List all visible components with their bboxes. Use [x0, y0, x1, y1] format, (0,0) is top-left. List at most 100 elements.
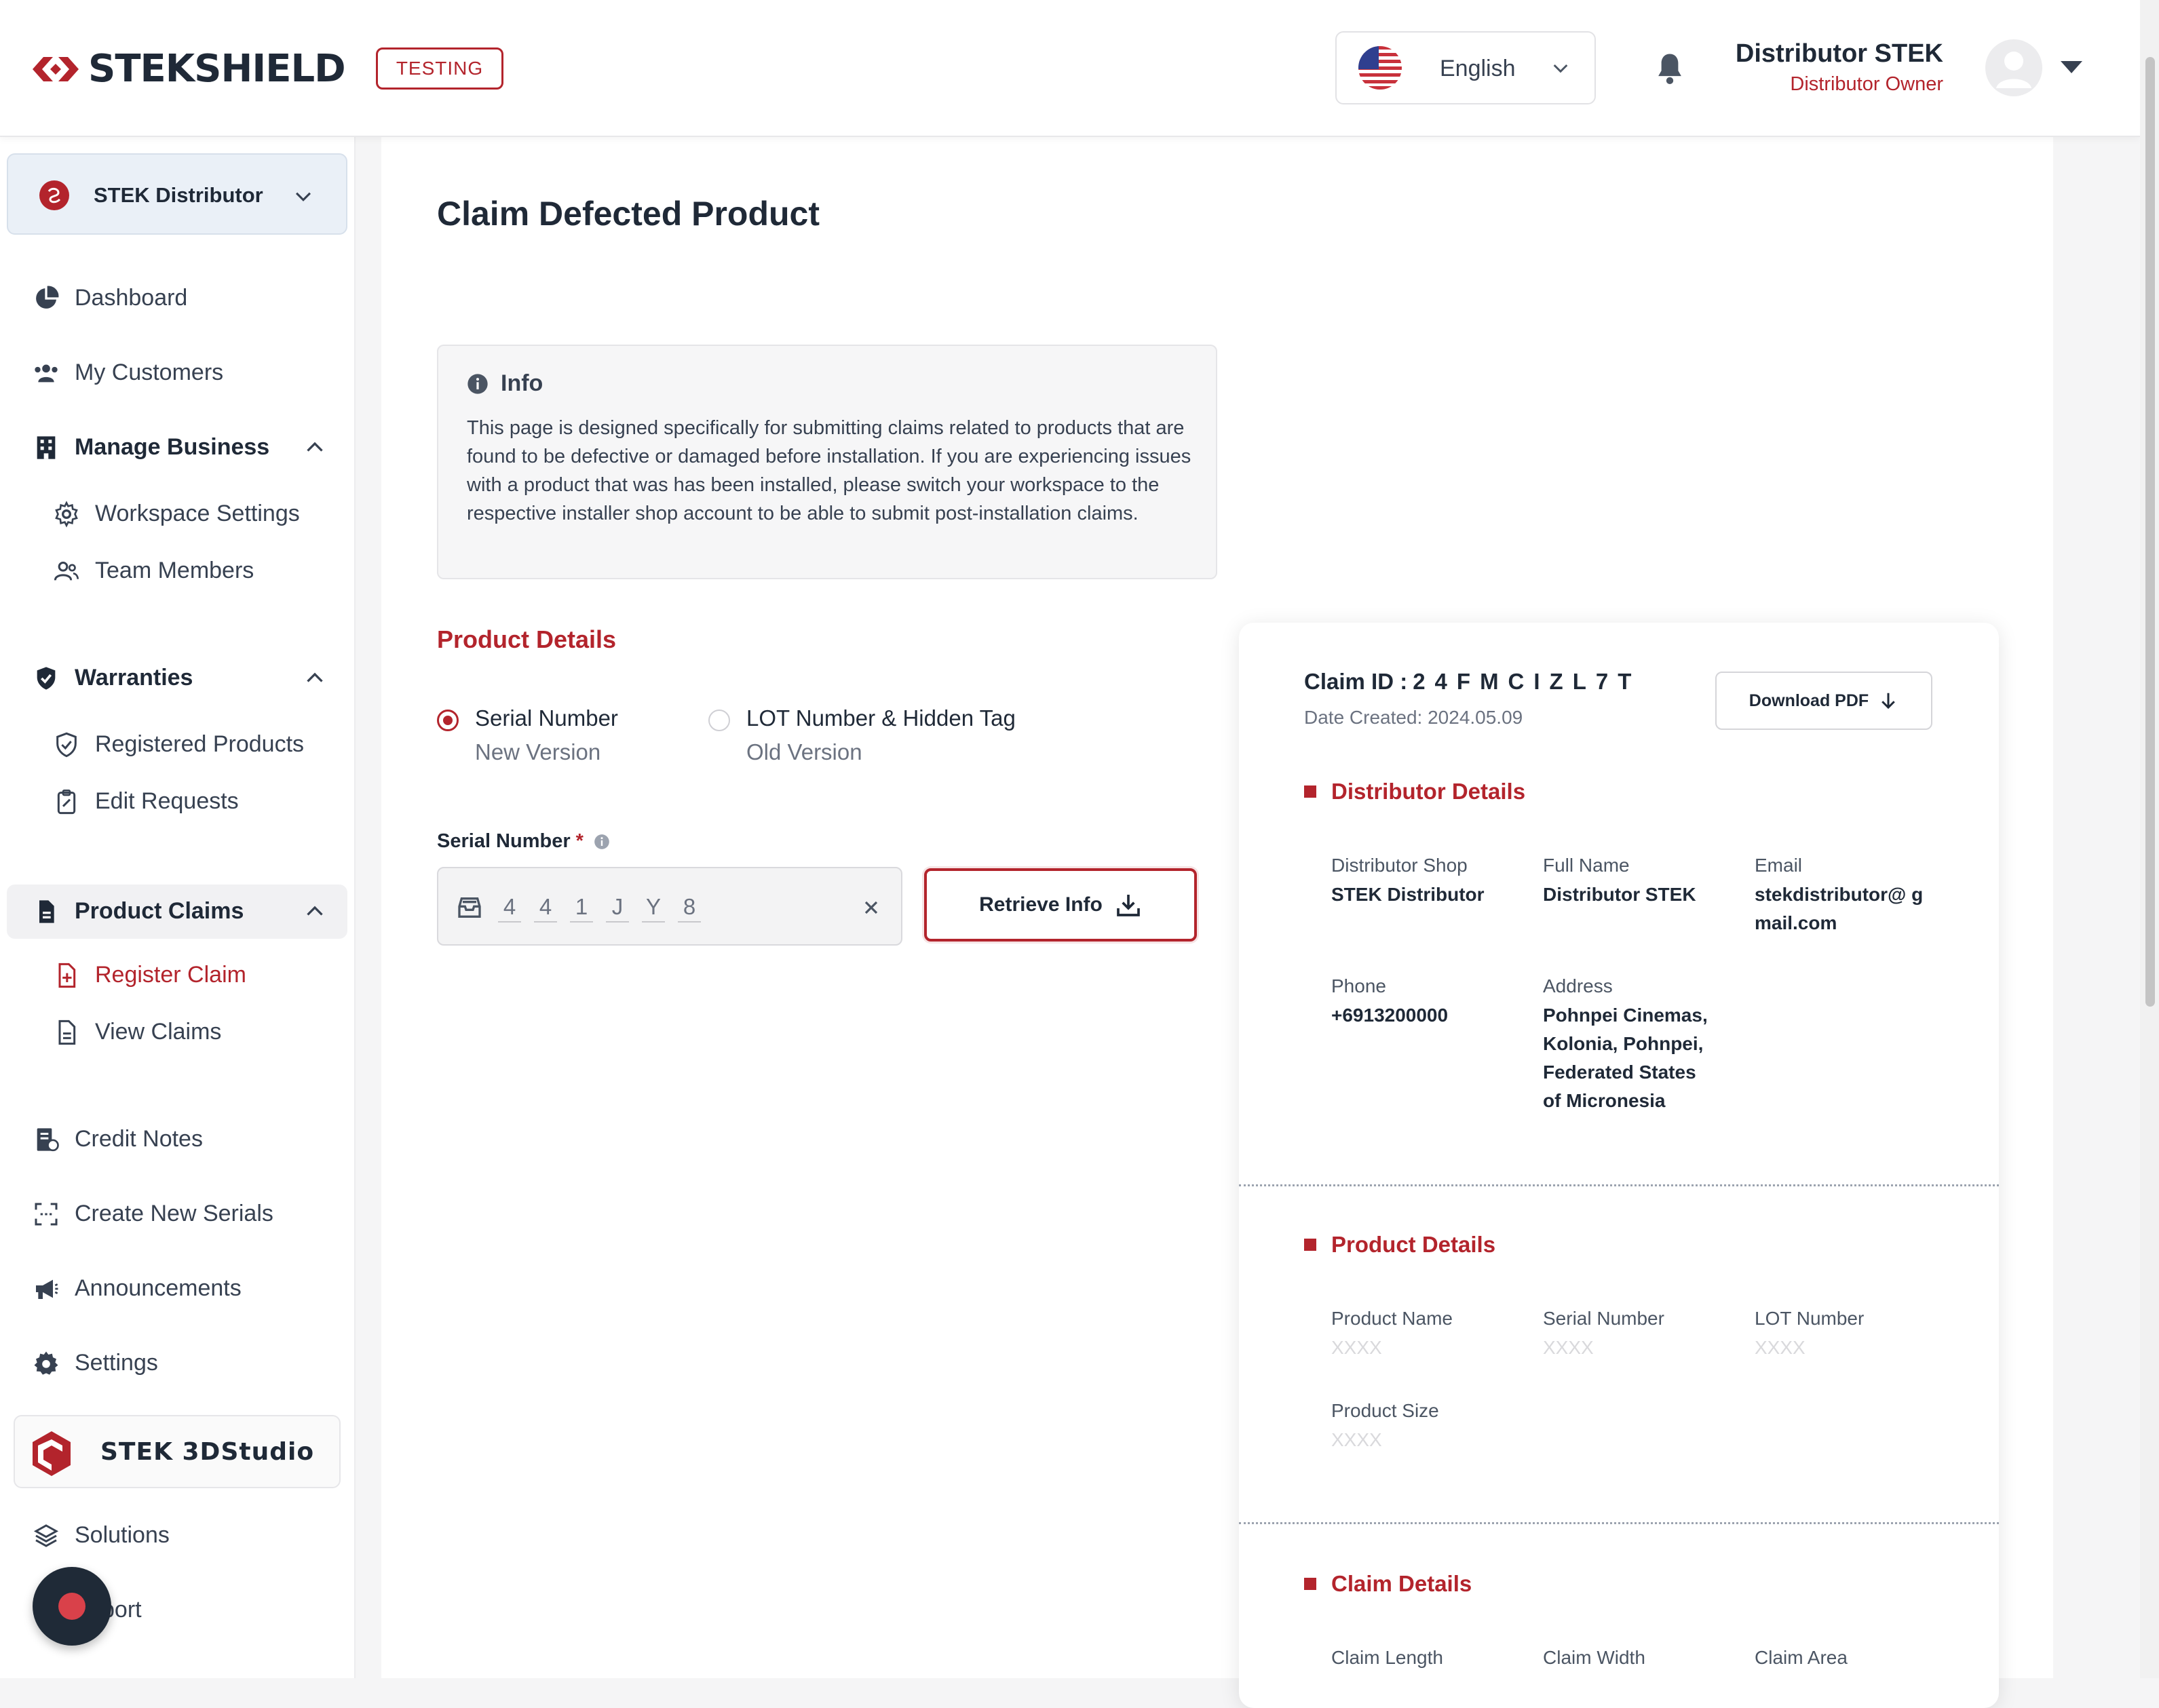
distributor-email: Email stekdistributor@ gmail.com	[1755, 855, 1932, 937]
field-label: Claim Length	[1331, 1647, 1443, 1668]
info-icon[interactable]	[593, 833, 611, 851]
language-label: English	[1440, 56, 1516, 81]
sidebar-item-announcements[interactable]: Announcements	[0, 1262, 356, 1316]
file-plus-icon	[58, 963, 76, 988]
download-pdf-button[interactable]: Download PDF	[1715, 672, 1932, 730]
field-label: Serial Number	[1543, 1308, 1664, 1329]
workspace-selector[interactable]: STEK Distributor	[7, 153, 347, 235]
product-details-title: Product Details	[437, 625, 617, 653]
scan-icon	[35, 1203, 58, 1226]
download-pdf-label: Download PDF	[1749, 691, 1869, 710]
sidebar-item-label: Manage Business	[75, 434, 270, 460]
radio-subtitle: New Version	[475, 739, 601, 764]
sidebar-item-product-claims[interactable]: Product Claims	[0, 885, 356, 939]
brand-logo[interactable]: STEKSHIELD	[30, 49, 346, 90]
distributor-phone: Phone +6913200000	[1331, 975, 1528, 1030]
sidebar-item-label: Registered Products	[95, 731, 305, 757]
section-divider	[1239, 1522, 1999, 1524]
sidebar-item-registered-products[interactable]: Registered Products	[0, 718, 356, 772]
sidebar-item-label: Workspace Settings	[95, 501, 300, 526]
claim-area: Claim Area	[1755, 1647, 1951, 1669]
sidebar-item-label: Dashboard	[75, 285, 188, 311]
retrieve-label: Retrieve Info	[979, 893, 1103, 916]
serial-number-input[interactable]: 4 4 1 J Y 8	[437, 867, 902, 946]
info-text: This page is designed specifically for s…	[467, 417, 1191, 524]
claim-id-label: Claim ID :	[1304, 669, 1408, 694]
notification-bell-icon[interactable]	[1651, 50, 1688, 88]
language-selector[interactable]: English	[1335, 31, 1596, 104]
sidebar-item-register-claim[interactable]: Register Claim	[0, 948, 356, 1003]
sidebar-item-solutions[interactable]: Solutions	[0, 1509, 356, 1563]
environment-badge: TESTING	[376, 47, 503, 90]
radio-subtitle: Old Version	[746, 739, 862, 764]
users-icon	[35, 364, 58, 383]
user-name[interactable]: Distributor STEK	[1736, 39, 1943, 69]
sidebar-item-label: Edit Requests	[95, 788, 239, 814]
megaphone-icon	[36, 1279, 58, 1299]
sidebar-item-label: Create New Serials	[75, 1201, 273, 1226]
field-value: XXXX	[1543, 1337, 1594, 1358]
radio-title: Serial Number	[475, 705, 618, 731]
section-divider	[1239, 1184, 1999, 1186]
product-details-section-title: Product Details	[1304, 1232, 1495, 1258]
building-icon	[37, 436, 56, 459]
studio-label: STEK 3DStudio	[100, 1438, 315, 1466]
radio-title: LOT Number & Hidden Tag	[746, 705, 1016, 731]
serial-char: 1	[570, 894, 593, 923]
radio-lot-number[interactable]: LOT Number & Hidden Tag Old Version	[708, 705, 1061, 773]
sidebar-item-team-members[interactable]: Team Members	[0, 544, 356, 598]
claim-length: Claim Length	[1331, 1647, 1528, 1669]
chevron-up-icon	[307, 672, 323, 682]
field-value: STEK Distributor	[1331, 884, 1485, 905]
sidebar-item-settings[interactable]: Settings	[0, 1336, 356, 1391]
scrollbar-thumb[interactable]	[2145, 57, 2155, 1007]
section-title: Claim Details	[1331, 1571, 1472, 1596]
serial-label-text: Serial Number	[437, 830, 571, 852]
stek-3dstudio-link[interactable]: STEK 3DStudio	[14, 1415, 341, 1488]
sidebar-item-edit-requests[interactable]: Edit Requests	[0, 775, 356, 829]
sidebar-item-workspace-settings[interactable]: Workspace Settings	[0, 487, 356, 541]
sidebar-item-view-claims[interactable]: View Claims	[0, 1005, 356, 1060]
radio-serial-number[interactable]: Serial Number New Version	[437, 705, 668, 773]
sidebar-item-warranties[interactable]: Warranties	[0, 651, 356, 705]
serial-char: 4	[498, 894, 521, 923]
retrieve-info-button[interactable]: Retrieve Info	[924, 868, 1197, 942]
claim-date: Date Created: 2024.05.09	[1304, 707, 1523, 728]
receipt-icon	[37, 1128, 59, 1152]
sidebar-item-label: My Customers	[75, 360, 224, 385]
sidebar-item-create-new-serials[interactable]: Create New Serials	[0, 1187, 356, 1241]
3dstudio-logo-icon	[33, 1431, 71, 1476]
field-value: XXXX	[1755, 1337, 1805, 1358]
product-serial-number: Serial Number XXXX	[1543, 1308, 1740, 1362]
page-scrollbar[interactable]	[2140, 0, 2159, 1678]
field-label: Address	[1543, 975, 1613, 996]
sidebar: STEK Distributor Dashboard My Customers …	[0, 137, 356, 1678]
field-value: XXXX	[1331, 1337, 1382, 1358]
distributor-address: Address Pohnpei Cinemas, Kolonia, Pohnpe…	[1543, 975, 1711, 1115]
sidebar-item-dashboard[interactable]: Dashboard	[0, 271, 356, 326]
field-label: LOT Number	[1755, 1308, 1865, 1329]
sidebar-item-label: View Claims	[95, 1019, 222, 1045]
sidebar-item-label: Solutions	[75, 1522, 170, 1548]
field-label: Distributor Shop	[1331, 855, 1468, 876]
layers-icon	[33, 1524, 59, 1547]
sidebar-item-my-customers[interactable]: My Customers	[0, 346, 356, 400]
radio-selected-icon	[437, 710, 459, 731]
screen-record-button[interactable]	[33, 1567, 111, 1646]
sidebar-item-manage-business[interactable]: Manage Business	[0, 421, 356, 475]
document-icon	[39, 900, 54, 923]
main-content: Claim Defected Product Info This page is…	[381, 137, 2053, 1708]
field-label: Full Name	[1543, 855, 1630, 876]
settings-gear-icon	[34, 1351, 58, 1375]
caret-down-icon[interactable]	[2059, 58, 2084, 76]
close-icon[interactable]	[860, 897, 882, 918]
serial-number-label: Serial Number *	[437, 830, 611, 853]
distributor-shop: Distributor Shop STEK Distributor	[1331, 855, 1528, 909]
avatar[interactable]	[1985, 39, 2042, 96]
sidebar-item-credit-notes[interactable]: Credit Notes	[0, 1112, 356, 1167]
field-label: Phone	[1331, 975, 1386, 996]
sidebar-item-label: Credit Notes	[75, 1126, 203, 1152]
sidebar-item-label: Product Claims	[75, 898, 244, 924]
field-label: Product Name	[1331, 1308, 1453, 1329]
file-text-icon	[58, 1020, 76, 1045]
